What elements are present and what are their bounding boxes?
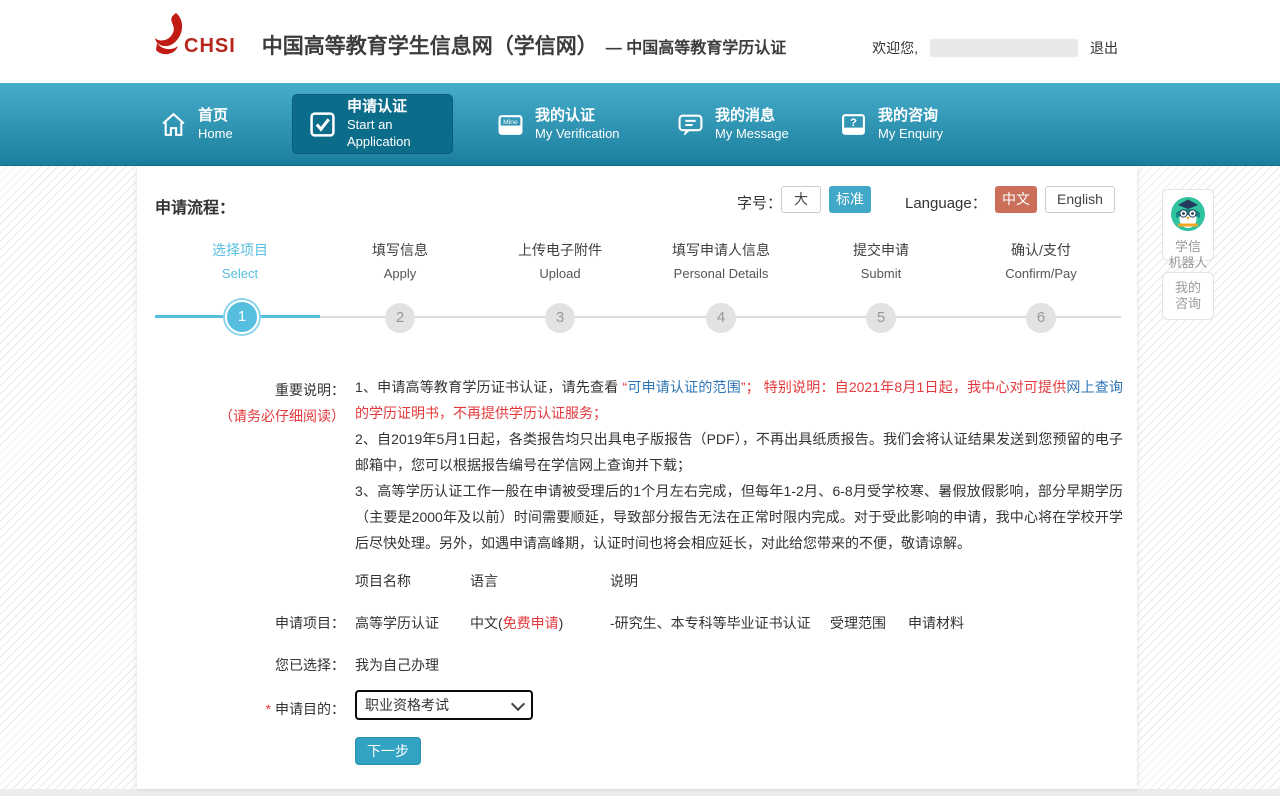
footer-strip [0, 789, 1280, 796]
mine-badge-icon: Mine [498, 115, 523, 135]
acceptance-scope-link[interactable]: 受理范围 [830, 613, 886, 633]
language-english-button[interactable]: English [1045, 186, 1115, 213]
nav-item-my-enquiry[interactable]: ? 我的咨询 My Enquiry [840, 83, 943, 166]
nav-label-en: Start an Application [347, 117, 411, 149]
note-1-quote-close: ”； [740, 379, 764, 395]
step-circle-3: 3 [545, 303, 575, 333]
language-text-close: ) [558, 615, 564, 631]
user-session-area: 欢迎您, 退出 [872, 38, 1118, 58]
robot-assistant-card[interactable]: 学信 机器人 [1162, 189, 1214, 270]
nav-label-en: My Enquiry [878, 126, 944, 141]
language-chinese-button[interactable]: 中文 [995, 186, 1037, 213]
project-name: 高等学历认证 [355, 615, 439, 631]
enquiry-card-label-1: 我的 [1174, 280, 1201, 295]
application-materials-link[interactable]: 申请材料 [908, 613, 964, 633]
home-icon [162, 112, 185, 136]
nav-label-en: My Message [715, 126, 789, 141]
project-language: 中文(免费申请) [470, 613, 563, 633]
redacted-username [930, 39, 1078, 57]
page-title: 申请流程： [155, 200, 236, 217]
language-label: Language： [905, 195, 987, 212]
nav-label-zh: 我的咨询 [878, 107, 939, 124]
purpose-label: * 申请目的： [137, 699, 345, 719]
checkbox-icon [310, 111, 335, 137]
nav-item-my-message[interactable]: 我的消息 My Message [677, 83, 789, 166]
selected-value: 我为自己办理 [355, 657, 439, 673]
chsi-application-page: CHSI 中国高等教育学生信息网（学信网） — 中国高等教育学历认证 欢迎您, … [0, 0, 1280, 796]
brand[interactable]: CHSI 中国高等教育学生信息网（学信网） — 中国高等教育学历认证 [150, 12, 786, 64]
font-standard-button[interactable]: 标准 [829, 186, 871, 213]
step-label-zh: 提交申请 [853, 242, 909, 258]
purpose-label-text: 申请目的： [271, 701, 345, 717]
notes-warning: （请务必仔细阅读） [219, 408, 345, 424]
enquiry-card-label-2: 咨询 [1174, 296, 1201, 311]
logout-link[interactable]: 退出 [1090, 38, 1118, 58]
step-circle-2: 2 [385, 303, 415, 333]
nav-item-home[interactable]: 首页 Home [160, 83, 233, 166]
note-line-1: 1、申请高等教育学历证书认证，请先查看 “可申请认证的范围”； 特别说明：自20… [355, 374, 1123, 426]
free-application-text: 免费申请 [502, 615, 559, 631]
nav-item-my-verification[interactable]: Mine 我的认证 My Verification [497, 83, 620, 166]
step-label-zh: 填写信息 [372, 242, 428, 258]
step-label-zh: 填写申请人信息 [672, 242, 770, 258]
nav-label-en: My Verification [535, 126, 620, 141]
nav-label-zh: 我的消息 [715, 107, 776, 124]
step-circle-1: 1 [225, 300, 259, 334]
project-row-label: 申请项目： [275, 615, 345, 631]
note-1-special-end: 的学历证明书，不再提供学历认证服务； [355, 405, 607, 421]
site-header: CHSI 中国高等教育学生信息网（学信网） — 中国高等教育学历认证 欢迎您, … [0, 0, 1280, 83]
selected-label: 您已选择： [275, 657, 345, 673]
nav-label-zh: 我的认证 [535, 107, 596, 124]
step-label-en: Select [221, 266, 259, 281]
step-label-zh: 选择项目 [212, 242, 268, 258]
column-header-name: 项目名称 [355, 573, 411, 589]
step-label-en: Apply [383, 266, 417, 281]
step-circle-4: 4 [706, 303, 736, 333]
notes-body: 1、申请高等教育学历证书认证，请先查看 “可申请认证的范围”； 特别说明：自20… [355, 374, 1123, 556]
nav-label-zh: 申请认证 [347, 98, 408, 115]
scope-of-verification-link[interactable]: 可申请认证的范围 [627, 379, 741, 395]
site-subtitle: — 中国高等教育学历认证 [605, 40, 787, 57]
online-query-link[interactable]: 网上查询 [1066, 379, 1123, 395]
note-line-3: 3、高等学历认证工作一般在申请被受理后的1个月左右完成，但每年1-2月、6-8月… [355, 483, 1123, 551]
question-icon: ? [842, 114, 865, 135]
main-navigation: 首页 Home 申请认证 Start an Application Mine 我… [0, 83, 1280, 166]
step-label-en: Personal Details [673, 266, 769, 281]
purpose-select-wrap: 职业资格考试 [355, 690, 533, 720]
brand-logo-text: CHSI [184, 35, 236, 57]
notes-label: 重要说明： [275, 382, 345, 398]
my-enquiry-card[interactable]: 我的 咨询 [1162, 272, 1214, 320]
purpose-select[interactable]: 职业资格考试 [355, 690, 533, 720]
step-label-en: Submit [860, 266, 902, 281]
next-step-button[interactable]: 下一步 [355, 737, 421, 765]
robot-card-label-2: 机器人 [1168, 255, 1208, 270]
step-label-zh: 确认/支付 [1011, 242, 1071, 258]
language-text: 中文( [470, 615, 503, 631]
font-size-label: 字号： [737, 195, 783, 212]
project-description: -研究生、本专科等毕业证书认证 [610, 615, 811, 631]
note-1-text: 1、申请高等教育学历证书认证，请先查看 [355, 379, 623, 395]
font-large-button[interactable]: 大 [781, 186, 821, 213]
nav-label-zh: 首页 [198, 107, 229, 124]
note-1-special: 特别说明：自2021年8月1日起，我中心对可提供 [763, 379, 1067, 395]
main-content: 申请流程： 字号： 大 标准 Language： 中文 English 选择项目… [137, 166, 1137, 789]
chsi-logo-icon [155, 13, 183, 55]
nav-item-start-application[interactable]: 申请认证 Start an Application [292, 94, 453, 154]
column-header-language: 语言 [470, 573, 498, 589]
step-label-zh: 上传电子附件 [518, 242, 602, 258]
note-line-2: 2、自2019年5月1日起，各类报告均只出具电子版报告（PDF），不再出具纸质报… [355, 431, 1123, 473]
welcome-text: 欢迎您, [872, 40, 918, 56]
step-circle-5: 5 [866, 303, 896, 333]
robot-avatar-icon [1171, 197, 1205, 231]
site-title: 中国高等教育学生信息网（学信网） [261, 35, 598, 58]
message-icon [678, 114, 703, 136]
step-label-en: Confirm/Pay [1005, 266, 1077, 281]
nav-label-en: Home [198, 126, 233, 141]
step-circle-6: 6 [1026, 303, 1056, 333]
svg-text:Mine: Mine [503, 119, 518, 126]
svg-text:?: ? [850, 117, 857, 129]
column-header-description: 说明 [610, 573, 638, 589]
step-label-en: Upload [539, 266, 581, 281]
robot-card-label-1: 学信 [1174, 239, 1201, 254]
